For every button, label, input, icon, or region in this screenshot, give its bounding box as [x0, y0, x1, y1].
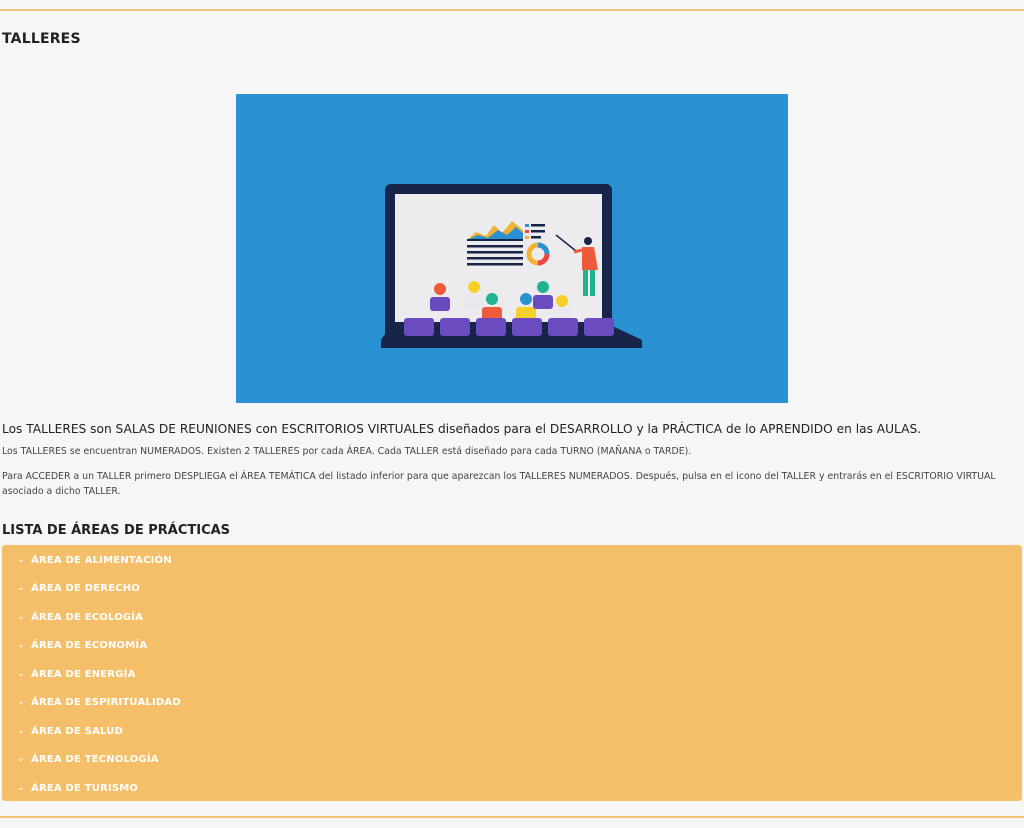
- chevron-down-icon: ⌄: [17, 612, 25, 622]
- areas-accordion: ⌄ ÁREA DE ALIMENTACIÓN ⌄ ÁREA DE DERECHO…: [2, 545, 1022, 801]
- hero-illustration: [236, 94, 788, 403]
- accordion-item-label: ÁREA DE SALUD: [31, 725, 124, 737]
- accordion-item-label: ÁREA DE ECOLOGÍA: [31, 611, 144, 623]
- section-title: LISTA DE ÁREAS DE PRÁCTICAS: [2, 523, 231, 538]
- bottom-divider: [0, 816, 1024, 818]
- chevron-down-icon: ⌄: [17, 754, 25, 764]
- accordion-item-espiritualidad[interactable]: ⌄ ÁREA DE ESPIRITUALIDAD: [2, 692, 1022, 712]
- accordion-item-economia[interactable]: ⌄ ÁREA DE ECONOMÍA: [2, 635, 1022, 655]
- accordion-item-alimentacion[interactable]: ⌄ ÁREA DE ALIMENTACIÓN: [2, 550, 1022, 570]
- accordion-item-tecnologia[interactable]: ⌄ ÁREA DE TECNOLOGÍA: [2, 749, 1022, 769]
- accordion-item-energia[interactable]: ⌄ ÁREA DE ENERGÍA: [2, 664, 1022, 684]
- chevron-down-icon: ⌄: [17, 669, 25, 679]
- chevron-down-icon: ⌄: [17, 726, 25, 736]
- accordion-item-salud[interactable]: ⌄ ÁREA DE SALUD: [2, 721, 1022, 741]
- accordion-item-label: ÁREA DE TURISMO: [31, 782, 139, 794]
- top-divider: [0, 9, 1024, 11]
- info-paragraph-1: Los TALLERES se encuentran NUMERADOS. Ex…: [2, 446, 692, 457]
- accordion-item-label: ÁREA DE ESPIRITUALIDAD: [31, 696, 181, 708]
- accordion-item-derecho[interactable]: ⌄ ÁREA DE DERECHO: [2, 578, 1022, 598]
- accordion-item-label: ÁREA DE ECONOMÍA: [31, 639, 148, 651]
- accordion-item-label: ÁREA DE DERECHO: [31, 582, 140, 594]
- info-paragraph-2: Para ACCEDER a un TALLER primero DESPLIE…: [2, 471, 996, 497]
- chevron-down-icon: ⌄: [17, 783, 25, 793]
- accordion-item-label: ÁREA DE ALIMENTACIÓN: [31, 554, 172, 566]
- chevron-down-icon: ⌄: [17, 583, 25, 593]
- accordion-item-ecologia[interactable]: ⌄ ÁREA DE ECOLOGÍA: [2, 607, 1022, 627]
- intro-text: Los TALLERES son SALAS DE REUNIONES con …: [2, 422, 922, 436]
- accordion-item-label: ÁREA DE TECNOLOGÍA: [31, 753, 159, 765]
- chevron-down-icon: ⌄: [17, 697, 25, 707]
- accordion-item-label: ÁREA DE ENERGÍA: [31, 668, 136, 680]
- accordion-item-turismo[interactable]: ⌄ ÁREA DE TURISMO: [2, 778, 1022, 798]
- chevron-down-icon: ⌄: [17, 640, 25, 650]
- page-title: TALLERES: [2, 31, 81, 47]
- chevron-down-icon: ⌄: [17, 555, 25, 565]
